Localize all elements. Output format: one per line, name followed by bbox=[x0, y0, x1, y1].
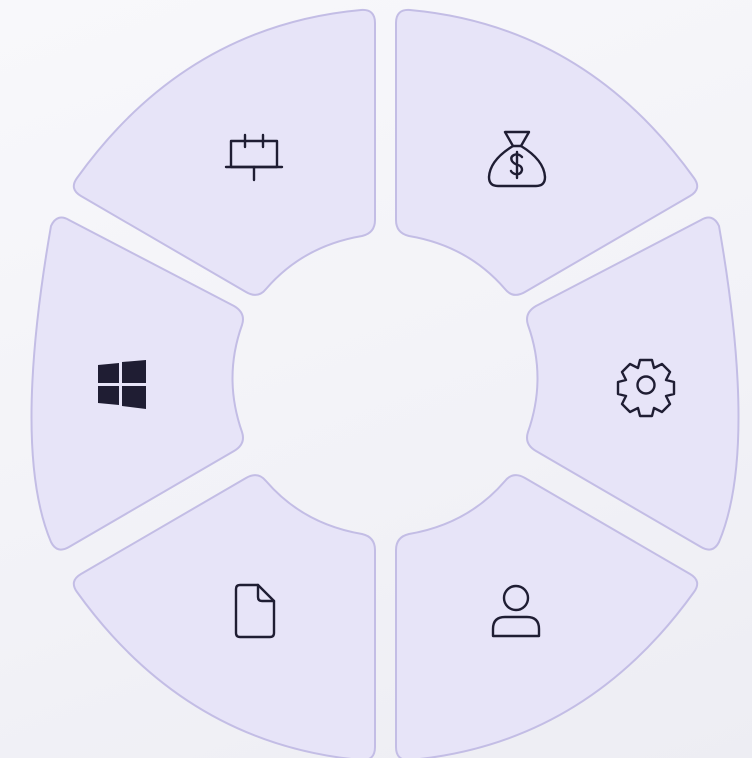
radial-menu bbox=[30, 8, 740, 758]
